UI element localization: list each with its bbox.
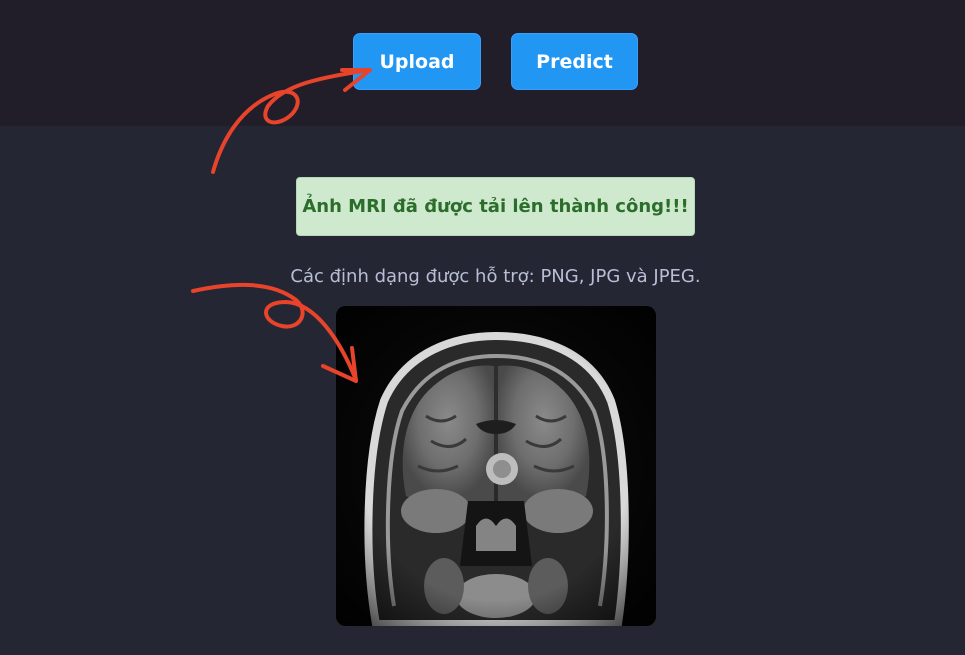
mri-image bbox=[336, 306, 656, 626]
supported-formats-text: Các định dạng được hỗ trợ: PNG, JPG và J… bbox=[290, 266, 701, 287]
mri-image-preview bbox=[336, 306, 656, 626]
top-toolbar: Upload Predict bbox=[0, 0, 965, 126]
upload-success-alert: Ảnh MRI đã được tải lên thành công!!! bbox=[296, 177, 695, 236]
alert-message: Ảnh MRI đã được tải lên thành công!!! bbox=[302, 196, 689, 217]
page: Upload Predict Ảnh MRI đã được tải lên t… bbox=[0, 0, 965, 655]
upload-button[interactable]: Upload bbox=[353, 33, 481, 90]
predict-button[interactable]: Predict bbox=[511, 33, 638, 90]
